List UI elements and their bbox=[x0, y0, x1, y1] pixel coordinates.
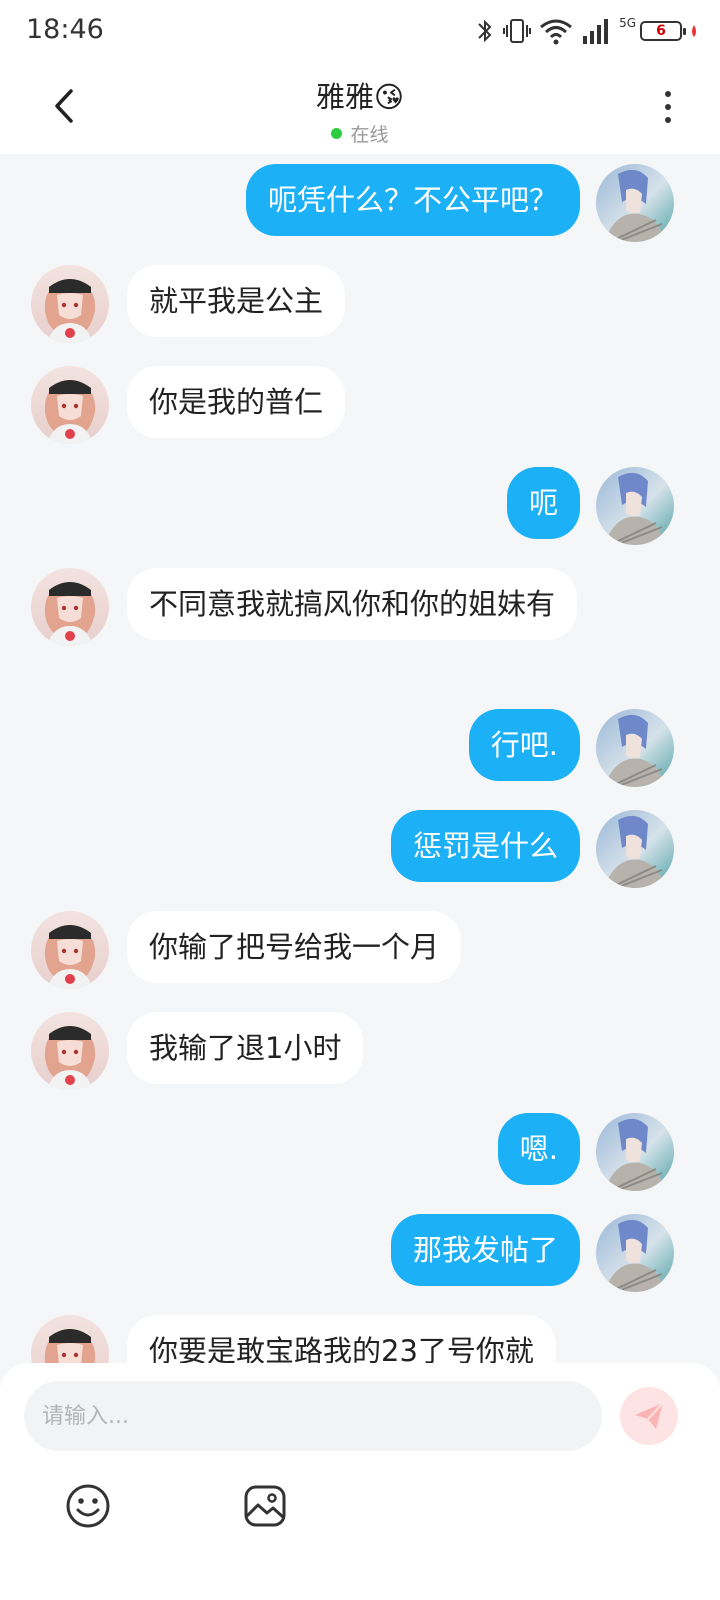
message-bubble[interactable]: 那我发帖了 bbox=[390, 1214, 580, 1286]
low-battery-drop-icon bbox=[690, 24, 698, 38]
my-avatar[interactable] bbox=[596, 164, 674, 242]
send-button[interactable] bbox=[620, 1387, 678, 1445]
contact-avatar[interactable] bbox=[31, 911, 109, 989]
message-bubble[interactable]: 呃 bbox=[506, 467, 580, 539]
message-bubble[interactable]: 呃凭什么？不公平吧？ bbox=[245, 164, 580, 236]
contact-avatar[interactable] bbox=[31, 1012, 109, 1090]
image-button[interactable] bbox=[240, 1481, 290, 1531]
status-time: 18:46 bbox=[26, 14, 104, 45]
presence-label: 在线 bbox=[350, 124, 389, 146]
message-bubble[interactable]: 你要是敢宝路我的23了号你就 bbox=[127, 1315, 556, 1365]
send-icon bbox=[635, 1402, 664, 1429]
contact-avatar[interactable] bbox=[31, 568, 109, 646]
message-input[interactable] bbox=[24, 1381, 602, 1451]
presence-status: 在线 bbox=[331, 120, 389, 147]
message-bubble[interactable]: 就平我是公主 bbox=[127, 265, 346, 337]
battery-level: 6 bbox=[656, 23, 666, 39]
my-avatar[interactable] bbox=[596, 467, 674, 545]
chat-header: 雅雅😘 在线 bbox=[0, 62, 720, 154]
status-bar: 18:46 5G 6 bbox=[0, 0, 720, 62]
wifi-icon bbox=[539, 16, 573, 46]
my-avatar[interactable] bbox=[596, 810, 674, 888]
message-bubble[interactable]: 嗯. bbox=[497, 1113, 580, 1185]
status-icons: 5G 6 bbox=[475, 14, 698, 48]
smile-icon bbox=[66, 1484, 110, 1528]
contact-avatar[interactable] bbox=[31, 265, 109, 343]
composer bbox=[0, 1363, 720, 1600]
more-options-button[interactable] bbox=[650, 84, 686, 130]
vibrate-icon bbox=[503, 16, 532, 46]
more-dot bbox=[665, 117, 671, 123]
signal-icon bbox=[581, 16, 611, 46]
contact-avatar[interactable] bbox=[31, 366, 109, 444]
message-list[interactable]: 呃凭什么？不公平吧？ 就平我是公主 你是我的普仁 呃 不同意我就搞风你和你的姐妹… bbox=[0, 154, 720, 1365]
message-bubble[interactable]: 我输了退1小时 bbox=[127, 1012, 364, 1084]
message-bubble[interactable]: 你是我的普仁 bbox=[127, 366, 346, 438]
message-bubble[interactable]: 不同意我就搞风你和你的姐妹有 bbox=[127, 568, 578, 640]
network-type: 5G bbox=[619, 16, 636, 30]
message-bubble[interactable]: 惩罚是什么 bbox=[390, 810, 580, 882]
online-dot bbox=[331, 128, 343, 139]
more-dot bbox=[665, 104, 671, 110]
my-avatar[interactable] bbox=[596, 1113, 674, 1191]
message-bubble[interactable]: 你输了把号给我一个月 bbox=[127, 911, 462, 983]
emoji-button[interactable] bbox=[63, 1481, 113, 1531]
my-avatar[interactable] bbox=[596, 1214, 674, 1292]
image-icon bbox=[244, 1485, 286, 1527]
more-dot bbox=[665, 91, 671, 97]
contact-name[interactable]: 雅雅😘 bbox=[0, 74, 720, 116]
battery-icon: 6 bbox=[640, 21, 686, 41]
message-bubble[interactable]: 行吧. bbox=[468, 709, 580, 781]
contact-avatar[interactable] bbox=[31, 1315, 109, 1365]
my-avatar[interactable] bbox=[596, 709, 674, 787]
bluetooth-icon bbox=[475, 16, 495, 46]
